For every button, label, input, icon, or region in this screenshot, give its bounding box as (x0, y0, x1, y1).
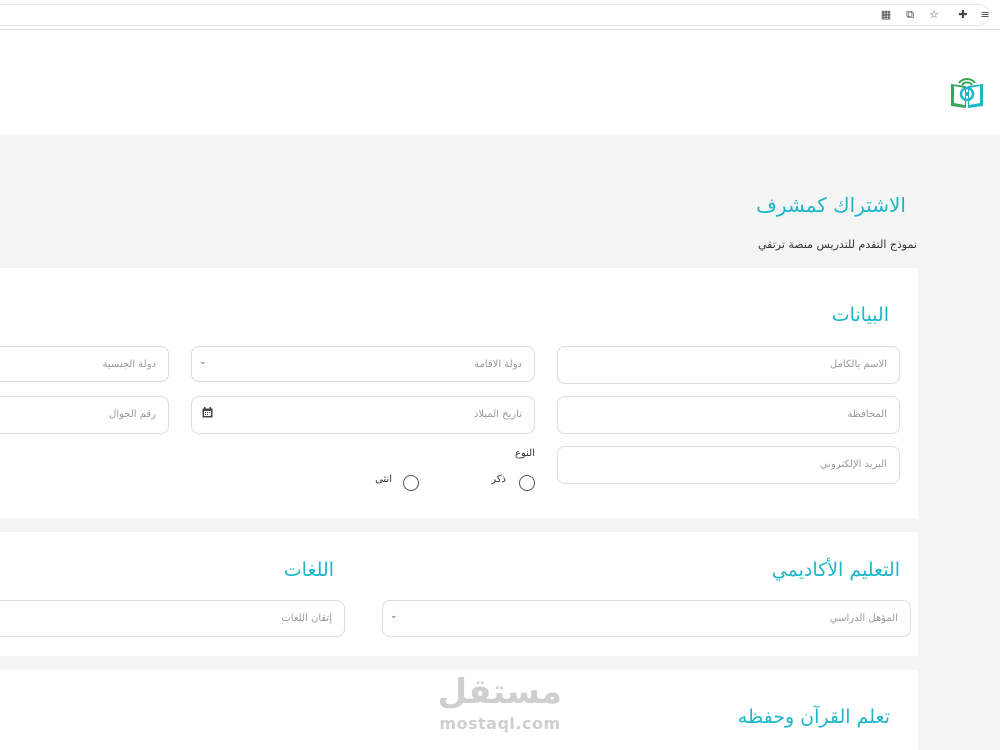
qualification-select[interactable]: المؤهل الدراسي ⌄ (382, 600, 911, 637)
page-title: الاشتراك كمشرف (756, 193, 906, 217)
qr-code-icon[interactable]: ▦ (878, 7, 894, 23)
nationality-field[interactable]: دولة الجنسية (0, 346, 169, 382)
page-subtitle: نموذج التقدم للتدريس منصة ترتقي (757, 238, 917, 251)
gender-female-label: انثى (375, 474, 392, 485)
languages-field[interactable]: إتقان اللغات (0, 600, 345, 637)
translate-icon[interactable]: ⧉ (902, 7, 918, 23)
full-name-field[interactable]: الاسم بالكامل (557, 346, 900, 384)
reading-list-icon[interactable]: ≡ (977, 7, 993, 23)
email-field[interactable]: البريد الإلكتروني (557, 446, 900, 484)
watermark: مستقل mostaql.com (438, 672, 562, 736)
watermark-latin: mostaql.com (439, 714, 561, 733)
languages-placeholder: إتقان اللغات (281, 613, 332, 624)
mobile-field[interactable]: رقم الجوال (0, 396, 169, 434)
quran-section-title: تعلم القرآن وحفظه (737, 706, 890, 728)
gender-label: النوع (515, 448, 535, 459)
chevron-down-icon: ⌄ (390, 611, 398, 621)
birth-date-placeholder: تاريخ الميلاد (473, 409, 522, 420)
residence-country-select[interactable]: دولة الاقامة ⌄ (191, 346, 535, 382)
education-languages-card: التعليم الأكاديمي اللغات المؤهل الدراسي … (0, 532, 918, 656)
governorate-placeholder: المحافظة (847, 409, 887, 420)
governorate-field[interactable]: المحافظة (557, 396, 900, 434)
full-name-placeholder: الاسم بالكامل (829, 359, 887, 370)
watermark-arabic: مستقل (437, 672, 562, 712)
chevron-down-icon: ⌄ (199, 357, 207, 367)
site-header (0, 30, 1000, 135)
email-placeholder: البريد الإلكتروني (819, 459, 887, 470)
qualification-placeholder: المؤهل الدراسي (829, 613, 898, 624)
data-section-title: البيانات (831, 304, 889, 326)
calendar-icon[interactable] (202, 407, 213, 418)
education-section-title: التعليم الأكاديمي (771, 559, 900, 581)
star-icon[interactable]: ☆ (926, 7, 942, 23)
mobile-placeholder: رقم الجوال (109, 409, 156, 420)
browser-toolbar: ▦ ⧉ ☆ ✚ ≡ (0, 0, 1000, 30)
birth-date-field[interactable]: تاريخ الميلاد (191, 396, 535, 434)
gender-male-label: ذكر (491, 474, 506, 485)
residence-country-placeholder: دولة الاقامة (474, 359, 522, 370)
gender-female-radio[interactable] (403, 475, 419, 491)
languages-section-title: اللغات (283, 559, 334, 581)
logo-icon[interactable] (948, 74, 986, 110)
personal-data-card: البيانات الاسم بالكامل دولة الاقامة ⌄ دو… (0, 268, 918, 518)
address-bar[interactable] (0, 4, 990, 26)
nationality-placeholder: دولة الجنسية (102, 359, 156, 370)
gender-male-radio[interactable] (519, 475, 535, 491)
extensions-icon[interactable]: ✚ (955, 7, 971, 23)
